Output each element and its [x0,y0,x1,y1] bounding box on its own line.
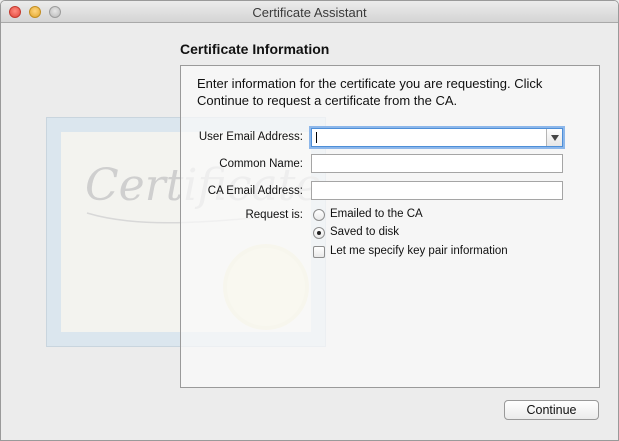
certificate-assistant-window: Certificate Assistant Certificate Certif… [0,0,619,441]
user-email-dropdown-button[interactable] [546,129,562,146]
title-bar: Certificate Assistant [1,1,618,23]
saved-to-disk-label[interactable]: Saved to disk [330,226,399,238]
emailed-to-ca-radio[interactable] [313,209,325,221]
common-name-label: Common Name: [219,158,303,170]
ca-email-label: CA Email Address: [207,185,303,197]
user-email-input[interactable] [312,129,552,146]
instructions-text: Enter information for the certificate yo… [197,76,543,108]
key-pair-checkbox[interactable] [313,246,325,258]
key-pair-label[interactable]: Let me specify key pair information [330,245,508,257]
common-name-input[interactable] [311,154,563,173]
section-title: Certificate Information [180,41,330,57]
window-title: Certificate Assistant [252,5,367,20]
emailed-to-ca-label[interactable]: Emailed to the CA [330,208,423,220]
continue-button[interactable]: Continue [504,400,599,420]
saved-to-disk-radio[interactable] [313,227,325,239]
user-email-combobox[interactable] [311,128,563,147]
request-is-label: Request is: [245,209,303,221]
triangle-down-icon [550,134,559,141]
user-email-label: User Email Address: [198,131,303,143]
ca-email-input[interactable] [311,181,563,200]
text-cursor [316,132,317,143]
